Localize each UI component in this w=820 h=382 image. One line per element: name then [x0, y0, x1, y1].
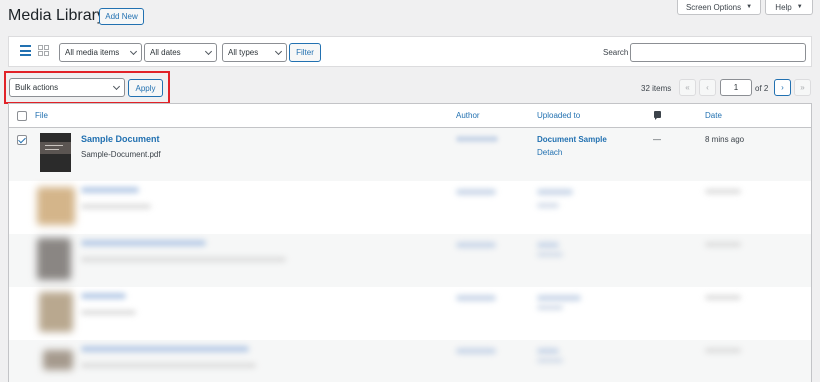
- page-title: Media Library: [8, 7, 105, 24]
- media-thumbnail[interactable]: [37, 187, 75, 225]
- column-date[interactable]: Date: [705, 111, 722, 120]
- table-row: [9, 181, 811, 234]
- current-page-input[interactable]: 1: [720, 79, 752, 96]
- help-label: Help: [775, 2, 792, 12]
- last-page-button[interactable]: »: [794, 79, 811, 96]
- total-pages-label: of 2: [755, 84, 769, 93]
- grid-view-icon[interactable]: [38, 45, 49, 56]
- date-select[interactable]: All dates: [144, 43, 217, 62]
- filter-button[interactable]: Filter: [289, 43, 321, 62]
- document-thumbnail[interactable]: [40, 133, 71, 172]
- search-input[interactable]: [630, 43, 806, 62]
- media-thumbnail[interactable]: [43, 350, 73, 370]
- list-view-icon[interactable]: [20, 45, 31, 56]
- table-row: [9, 340, 811, 382]
- type-select[interactable]: All types: [222, 43, 287, 62]
- file-title-link[interactable]: Sample Document: [81, 134, 160, 144]
- bulk-actions-value: Bulk actions: [15, 83, 59, 92]
- media-type-select[interactable]: All media items: [59, 43, 142, 62]
- row-checkbox[interactable]: [17, 135, 27, 145]
- type-value: All types: [228, 48, 259, 57]
- table-row: [9, 234, 811, 287]
- media-thumbnail[interactable]: [39, 292, 73, 332]
- help-button[interactable]: Help ▼: [765, 0, 813, 15]
- select-all-checkbox[interactable]: [17, 111, 27, 121]
- chevron-down-icon: [274, 47, 283, 55]
- media-thumbnail[interactable]: [37, 238, 71, 280]
- caret-down-icon: ▼: [796, 4, 803, 10]
- date-value: All dates: [150, 48, 181, 57]
- caret-down-icon: ▼: [746, 4, 753, 10]
- chevron-down-icon: [112, 82, 121, 90]
- file-name: Sample-Document.pdf: [81, 150, 161, 159]
- search-label: Search: [603, 48, 629, 57]
- uploaded-to-link[interactable]: Document Sample: [537, 135, 607, 144]
- detach-link[interactable]: Detach: [537, 148, 562, 157]
- first-page-button[interactable]: «: [679, 79, 696, 96]
- column-uploaded-to[interactable]: Uploaded to: [537, 111, 580, 120]
- next-page-button[interactable]: ›: [774, 79, 791, 96]
- chevron-down-icon: [204, 47, 213, 55]
- table-row: [9, 287, 811, 340]
- comment-icon[interactable]: [654, 111, 661, 120]
- media-table: File Author Uploaded to Date Sample Docu…: [8, 103, 812, 382]
- prev-page-button[interactable]: ‹: [699, 79, 716, 96]
- bulk-actions-select[interactable]: Bulk actions: [9, 78, 125, 97]
- column-file[interactable]: File: [35, 111, 48, 120]
- comments-count: —: [653, 135, 661, 144]
- screen-options-label: Screen Options: [685, 2, 742, 12]
- screen-options-button[interactable]: Screen Options ▼: [677, 0, 761, 15]
- apply-button[interactable]: Apply: [128, 79, 163, 97]
- items-count: 32 items: [641, 84, 672, 93]
- media-type-value: All media items: [65, 48, 120, 57]
- table-row: Sample Document Sample-Document.pdf Docu…: [9, 128, 811, 181]
- author-name[interactable]: [456, 136, 498, 142]
- chevron-down-icon: [129, 47, 138, 55]
- media-filter-bar: All media items All dates All types Filt…: [8, 36, 812, 67]
- column-author[interactable]: Author: [456, 111, 480, 120]
- add-new-button[interactable]: Add New: [99, 8, 144, 25]
- table-header: File Author Uploaded to Date: [9, 104, 811, 128]
- upload-date: 8 mins ago: [705, 135, 745, 144]
